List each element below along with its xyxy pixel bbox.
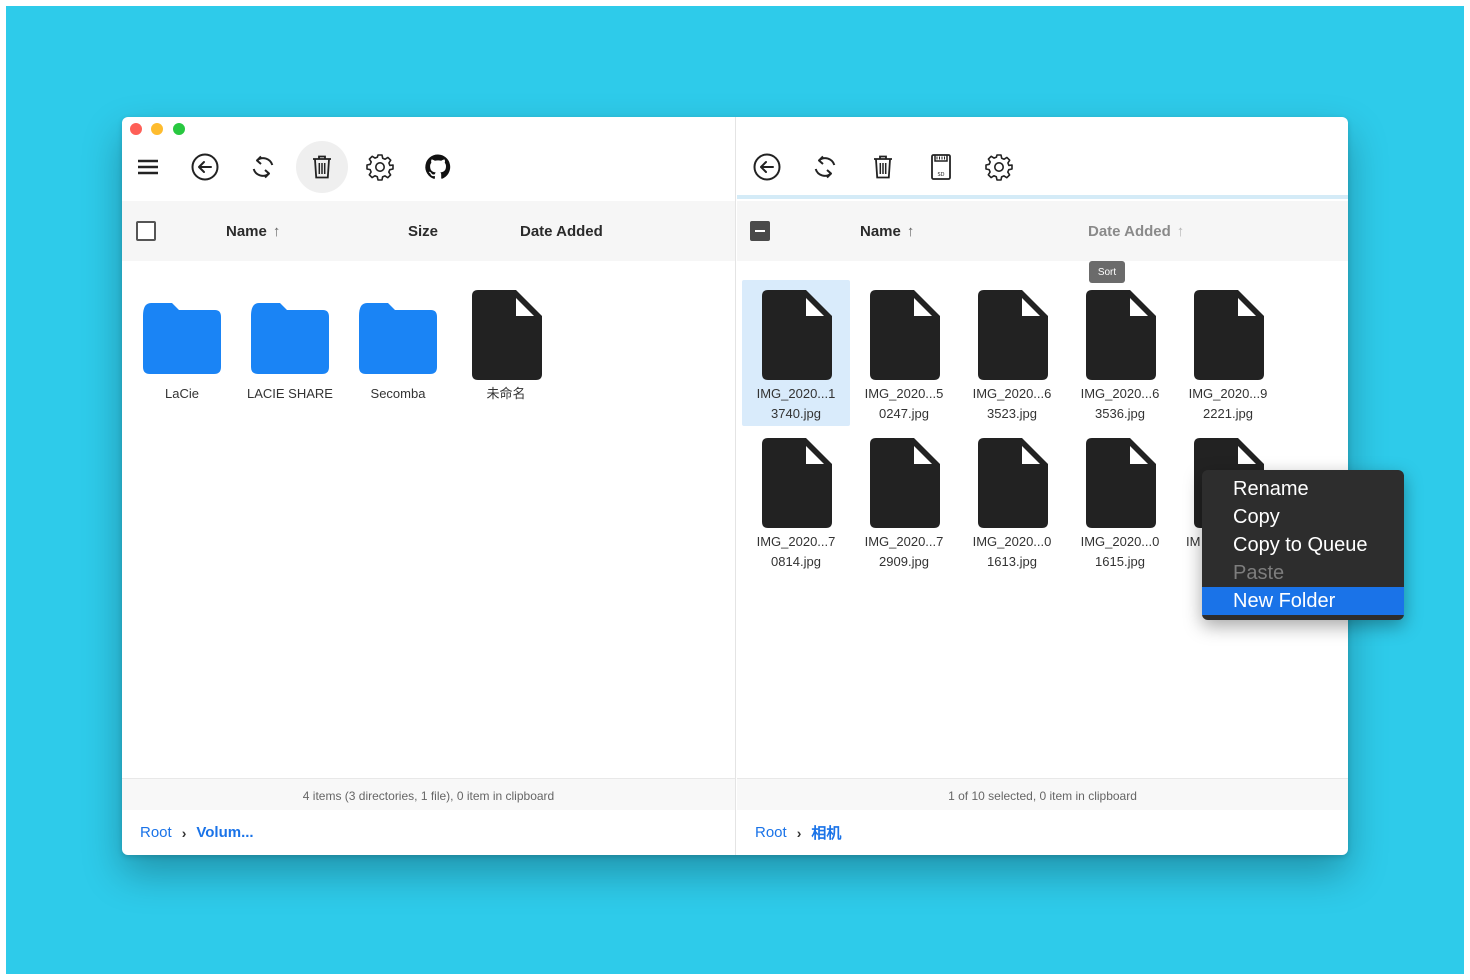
trash-icon <box>874 155 892 179</box>
file-item[interactable]: IMG_2020...1 3740.jpg <box>742 280 850 426</box>
refresh-icon <box>252 155 274 179</box>
right-breadcrumb: Root › 相机 <box>737 810 1348 855</box>
file-icon <box>762 290 832 380</box>
menu-item-paste: Paste <box>1233 562 1285 584</box>
context-menu: Rename Copy Copy to Queue Paste New Fold… <box>1202 470 1404 620</box>
chevron-right-icon: › <box>181 824 187 841</box>
breadcrumb-root[interactable]: Root <box>140 824 172 841</box>
left-back-button[interactable] <box>179 141 231 193</box>
file-item[interactable]: IMG_2020...6 3523.jpg <box>958 280 1066 426</box>
sd-card-icon: SD <box>931 154 951 180</box>
file-icon <box>472 290 542 380</box>
right-status-bar: 1 of 10 selected, 0 item in clipboard <box>737 778 1348 810</box>
right-toolbar: SD <box>737 139 1348 195</box>
menu-item-rename[interactable]: Rename <box>1202 475 1404 503</box>
active-pane-indicator <box>737 195 1348 199</box>
file-item[interactable]: IMG_2020...9 2221.jpg <box>1174 280 1282 426</box>
github-button[interactable] <box>412 141 464 193</box>
file-item[interactable]: IMG_2020...7 2909.jpg <box>850 428 958 574</box>
folder-item[interactable]: LACIE SHARE <box>236 280 344 426</box>
folder-item[interactable]: LaCie <box>128 280 236 426</box>
file-icon <box>870 438 940 528</box>
back-icon <box>753 153 781 181</box>
right-settings-button[interactable] <box>973 141 1025 193</box>
left-status-bar: 4 items (3 directories, 1 file), 0 item … <box>122 778 735 810</box>
menu-icon <box>138 159 158 175</box>
right-back-button[interactable] <box>741 141 793 193</box>
file-item[interactable]: IMG_2020...6 3536.jpg <box>1066 280 1174 426</box>
file-icon <box>762 438 832 528</box>
folder-icon <box>359 303 437 374</box>
file-item[interactable]: IMG_2020...0 1613.jpg <box>958 428 1066 574</box>
chevron-right-icon: › <box>796 824 802 841</box>
file-item[interactable]: 未命名 <box>452 280 560 426</box>
breadcrumb-current[interactable]: Volum... <box>196 824 253 841</box>
file-item[interactable]: IMG_2020...7 0814.jpg <box>742 428 850 574</box>
folder-icon <box>251 303 329 374</box>
file-item[interactable]: IMG_2020...5 0247.jpg <box>850 280 958 426</box>
refresh-icon <box>814 155 836 179</box>
right-refresh-button[interactable] <box>799 141 851 193</box>
file-item[interactable]: IMG_2020...0 1615.jpg <box>1066 428 1174 574</box>
menu-item-new-folder[interactable]: New Folder <box>1202 587 1404 615</box>
folder-item[interactable]: Secomba <box>344 280 452 426</box>
folder-icon <box>143 303 221 374</box>
github-icon <box>425 154 451 179</box>
file-icon <box>1086 438 1156 528</box>
name-column-header[interactable]: Name ↑ <box>226 223 280 240</box>
left-column-header: Name ↑ Size Date Added <box>122 201 735 261</box>
right-column-header: Name ↑ Date Added ↑ <box>737 201 1348 261</box>
select-all-checkbox-partial[interactable] <box>750 221 770 241</box>
trash-icon <box>313 155 331 179</box>
file-icon <box>870 290 940 380</box>
breadcrumb-current[interactable]: 相机 <box>811 822 841 843</box>
sort-ascending-icon: ↑ <box>906 223 915 240</box>
left-breadcrumb: Root › Volum... <box>122 810 735 855</box>
date-added-column-header[interactable]: Date Added <box>520 223 603 240</box>
sort-ascending-icon: ↑ <box>272 223 281 240</box>
left-delete-button[interactable] <box>296 141 348 193</box>
sd-card-button[interactable]: SD <box>915 141 967 193</box>
date-added-column-header[interactable]: Date Added ↑ <box>1088 223 1184 240</box>
name-column-header[interactable]: Name ↑ <box>860 223 914 240</box>
menu-item-copy-to-queue[interactable]: Copy to Queue <box>1202 531 1404 559</box>
app-window: Name ↑ Size Date Added LaCie LACIE SHARE… <box>122 117 1348 855</box>
breadcrumb-root[interactable]: Root <box>755 824 787 841</box>
file-icon <box>978 290 1048 380</box>
select-all-checkbox[interactable] <box>136 221 156 241</box>
menu-item-copy[interactable]: Copy <box>1202 503 1404 531</box>
back-icon <box>191 153 219 181</box>
file-icon <box>978 438 1048 528</box>
file-icon <box>1194 290 1264 380</box>
left-refresh-button[interactable] <box>237 141 289 193</box>
settings-icon <box>366 154 394 181</box>
menu-button[interactable] <box>122 141 174 193</box>
right-delete-button[interactable] <box>857 141 909 193</box>
settings-icon <box>985 154 1013 181</box>
size-column-header[interactable]: Size <box>408 223 438 240</box>
svg-text:SD: SD <box>937 172 944 178</box>
sort-hover-icon: ↑ <box>1176 223 1185 240</box>
left-toolbar <box>122 139 735 195</box>
left-settings-button[interactable] <box>354 141 406 193</box>
file-icon <box>1086 290 1156 380</box>
left-pane: Name ↑ Size Date Added LaCie LACIE SHARE… <box>122 117 736 855</box>
